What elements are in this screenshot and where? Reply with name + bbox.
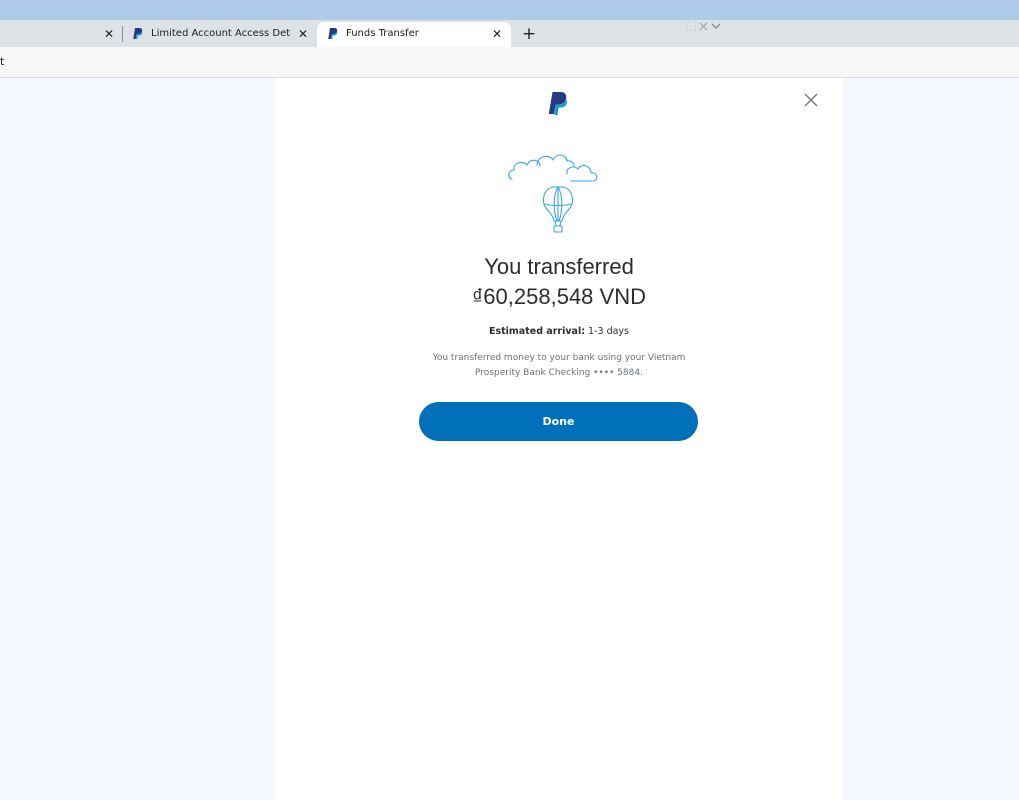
close-icon[interactable] bbox=[803, 92, 819, 108]
hot-air-balloon-illustration bbox=[507, 150, 611, 246]
window-titlebar bbox=[0, 0, 1019, 21]
tab-previous[interactable]: ✕ bbox=[0, 22, 120, 47]
transfer-confirmation-dialog: You transferred ₫60,258,548 VND Estimate… bbox=[275, 78, 843, 800]
new-tab-button[interactable]: + bbox=[520, 25, 538, 43]
tab-title: Funds Transfer bbox=[346, 28, 419, 39]
arrival-value: 1-3 days bbox=[588, 326, 630, 337]
estimated-arrival: Estimated arrival: 1-3 days bbox=[275, 326, 843, 337]
transfer-description: You transferred money to your bank using… bbox=[432, 353, 686, 378]
chevron-down-icon bbox=[711, 23, 721, 29]
tab-close-icon[interactable]: ✕ bbox=[296, 27, 310, 41]
done-button[interactable]: Done bbox=[419, 402, 698, 441]
address-bar-text[interactable]: t bbox=[0, 55, 4, 68]
browser-toolbar: t bbox=[0, 47, 1019, 78]
shrink-icon bbox=[699, 22, 708, 30]
tab-strip: ✕ Limited Account Access Details - ✕ Fun… bbox=[0, 20, 1019, 47]
grid-icon bbox=[686, 21, 696, 31]
paypal-favicon-icon bbox=[132, 28, 144, 40]
arrival-label: Estimated arrival: bbox=[488, 326, 586, 337]
paypal-favicon-icon bbox=[327, 28, 339, 40]
transfer-heading: You transferred bbox=[484, 254, 634, 279]
tab-close-icon[interactable]: ✕ bbox=[102, 27, 116, 41]
tab-title: Limited Account Access Details - bbox=[151, 28, 291, 39]
tab-funds-transfer[interactable]: Funds Transfer ✕ bbox=[317, 22, 511, 47]
paypal-logo-icon bbox=[548, 92, 568, 120]
tab-limited-account-access[interactable]: Limited Account Access Details - ✕ bbox=[126, 22, 316, 47]
tab-close-icon[interactable]: ✕ bbox=[490, 27, 504, 41]
window-controls[interactable] bbox=[686, 20, 724, 32]
tab-separator bbox=[122, 26, 123, 42]
transfer-amount: ₫60,258,548 VND bbox=[472, 284, 646, 309]
